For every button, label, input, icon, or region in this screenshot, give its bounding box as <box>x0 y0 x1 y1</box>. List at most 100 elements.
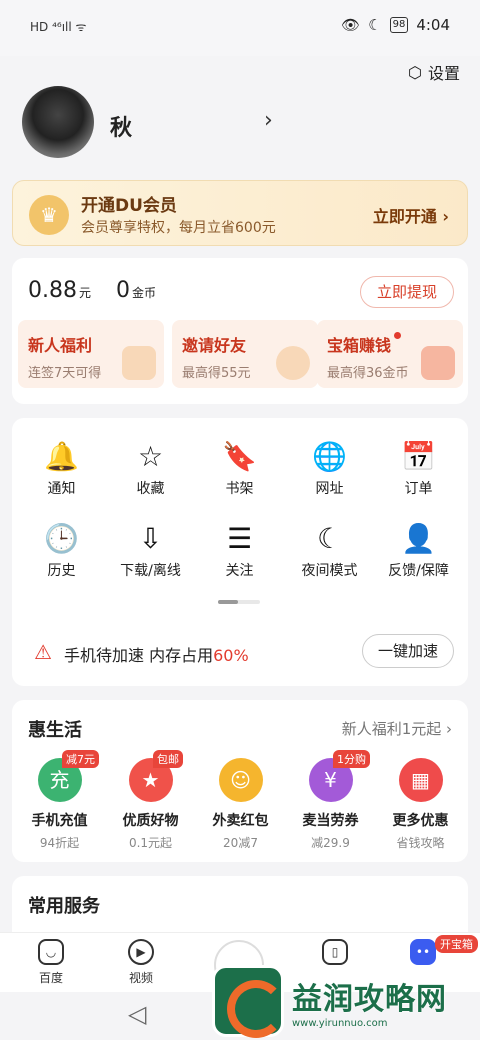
coins-unit: 金币 <box>132 286 157 300</box>
play-icon: ▶ <box>128 939 154 965</box>
life-item-more[interactable]: ▦ 更多优惠 省钱攻略 <box>375 758 466 851</box>
home-face-icon: ◡ <box>38 939 64 965</box>
grid-label: 书架 <box>225 481 254 497</box>
balance-unit: 元 <box>78 286 91 300</box>
coins-value[interactable]: 0 <box>116 278 130 303</box>
chevron-right-icon[interactable]: › <box>264 108 273 133</box>
vip-title: 开通DU会员 <box>81 196 177 216</box>
memory-status: 手机待加速 内存占用60% <box>64 642 249 666</box>
life-item-sub: 94折起 <box>39 836 80 850</box>
crown-icon: ♛ <box>29 195 69 235</box>
speed-up-bar: ⚠ 手机待加速 内存占用60% 一键加速 <box>12 630 468 676</box>
tile-treasure[interactable]: 宝箱赚钱 最高得36金币 <box>317 320 463 388</box>
username[interactable]: 秋 <box>110 110 132 142</box>
life-section: 惠生活 新人福利1元起 › 充 减7元 手机充值 94折起 ★ 包邮 优质好物 … <box>12 700 468 862</box>
grid-item-favorites[interactable]: ☆ 收藏 <box>105 440 196 498</box>
status-right: 👁 ☾ 98 4:04 <box>341 16 450 34</box>
treasure-badge[interactable]: 开宝箱 <box>435 935 478 953</box>
watermark-logo <box>212 965 285 1038</box>
tile-title: 宝箱赚钱 <box>327 336 392 355</box>
moon-status-icon: ☾ <box>368 16 382 34</box>
tab-baidu[interactable]: ◡ 百度 <box>38 939 64 986</box>
grid-label: 网址 <box>315 481 344 497</box>
life-item-name: 手机充值 <box>31 813 88 829</box>
clock-time: 4:04 <box>416 16 450 34</box>
bookshelf-icon: 🔖 <box>222 440 257 473</box>
grid-label: 订单 <box>404 481 433 497</box>
life-item-sub: 0.1元起 <box>128 836 173 850</box>
grid-item-notify[interactable]: 🔔 通知 <box>16 440 107 498</box>
grid-item-bookshelf[interactable]: 🔖 书架 <box>194 440 285 498</box>
memory-text: 手机待加速 内存占用 <box>64 646 214 665</box>
speed-up-button[interactable]: 一键加速 <box>362 634 454 668</box>
follow-icon: ☰ <box>226 522 253 555</box>
calendar-check-icon: 📅 <box>401 440 436 473</box>
coin-icon <box>276 346 310 380</box>
tab-video[interactable]: ▶ 视频 <box>128 939 154 986</box>
memory-percent: 60% <box>213 646 249 665</box>
signal-indicators: HD ⁴⁶ıll ᯤ <box>30 20 87 34</box>
life-item-goods[interactable]: ★ 包邮 优质好物 0.1元起 <box>105 750 196 851</box>
watermark: 益润攻略网 www.yirunnuo.com <box>212 962 480 1040</box>
vip-open-button[interactable]: 立即开通 › <box>373 203 449 227</box>
function-grid: 🔔 通知 ☆ 收藏 🔖 书架 🌐 网址 📅 订单 🕒 历史 ⇩ 下载/离线 ☰ 关注 ☾ 夜间模式… <box>12 418 468 686</box>
grid-label: 夜间模式 <box>301 563 358 579</box>
calendar-gift-icon <box>122 346 156 380</box>
grid-item-follow[interactable]: ☰ 关注 <box>194 522 285 580</box>
grid-item-downloads[interactable]: ⇩ 下载/离线 <box>105 522 196 580</box>
star-icon: ☆ <box>137 440 164 473</box>
promo-tag: 减7元 <box>62 750 99 768</box>
tile-newcomer[interactable]: 新人福利 连签7天可得 <box>18 320 164 388</box>
life-item-topup[interactable]: 充 减7元 手机充值 94折起 <box>14 750 105 851</box>
promo-tag: 1分购 <box>333 750 370 768</box>
bell-icon: 🔔 <box>44 440 79 473</box>
life-item-name: 麦当劳券 <box>302 813 359 829</box>
download-icon: ⇩ <box>138 522 163 555</box>
treasure-box-icon <box>421 346 455 380</box>
eye-icon: 👁 <box>341 16 361 34</box>
moon-icon: ☾ <box>316 522 343 555</box>
grid-more-icon: ▦ <box>398 758 443 802</box>
wallet-balances: 0.88 元 0 金币 <box>28 278 156 303</box>
life-item-name: 更多优惠 <box>392 813 449 829</box>
feedback-shield-icon: 👤 <box>401 522 436 555</box>
settings-label: 设置 <box>427 64 460 83</box>
promo-tag: 包邮 <box>153 750 183 768</box>
grid-item-feedback[interactable]: 👤 反馈/保障 <box>373 522 464 580</box>
grid-label: 收藏 <box>136 481 165 497</box>
tab-label: 视频 <box>128 971 153 985</box>
life-item-name: 优质好物 <box>122 813 179 829</box>
watermark-url: www.yirunnuo.com <box>292 1017 388 1029</box>
vip-banner[interactable]: ♛ 开通DU会员 会员尊享特权，每月立省600元 立即开通 › <box>12 180 468 246</box>
vip-subtitle: 会员尊享特权，每月立省600元 <box>81 220 276 236</box>
life-item-mcdonalds[interactable]: ¥ 1分购 麦当劳券 减29.9 <box>285 750 376 851</box>
grid-label: 关注 <box>225 563 254 579</box>
rocket-icon: ⚠ <box>34 640 52 664</box>
grid-item-night-mode[interactable]: ☾ 夜间模式 <box>284 522 375 580</box>
clock-icon: 🕒 <box>44 522 79 555</box>
watermark-text: 益润攻略网 <box>292 981 447 1017</box>
battery-indicator: 98 <box>389 17 409 33</box>
tab-label: 百度 <box>38 971 63 985</box>
takeout-icon: ☺ <box>218 758 263 802</box>
life-item-sub: 省钱攻略 <box>396 836 445 850</box>
avatar[interactable] <box>22 86 94 158</box>
grid-item-orders[interactable]: 📅 订单 <box>373 440 464 498</box>
grid-item-history[interactable]: 🕒 历史 <box>16 522 107 580</box>
life-item-takeout[interactable]: ☺ 外卖红包 20减7 <box>195 758 286 851</box>
life-more-link[interactable]: 新人福利1元起 › <box>342 718 452 739</box>
tile-invite[interactable]: 邀请好友 最高得55元 <box>172 320 318 388</box>
back-triangle-icon[interactable]: ◁ <box>128 1000 146 1028</box>
globe-icon: 🌐 <box>312 440 347 473</box>
page-indicator <box>218 600 260 604</box>
balance-value[interactable]: 0.88 <box>28 278 77 303</box>
section-title: 惠生活 <box>28 720 82 741</box>
grid-item-urls[interactable]: 🌐 网址 <box>284 440 375 498</box>
gear-icon: ⬡ <box>408 62 422 82</box>
settings-button[interactable]: ⬡ 设置 <box>408 60 460 84</box>
life-item-name: 外卖红包 <box>212 813 269 829</box>
section-title: 常用服务 <box>28 896 100 917</box>
red-dot-badge <box>394 332 402 339</box>
withdraw-button[interactable]: 立即提现 <box>360 276 454 308</box>
grid-label: 通知 <box>47 481 76 497</box>
